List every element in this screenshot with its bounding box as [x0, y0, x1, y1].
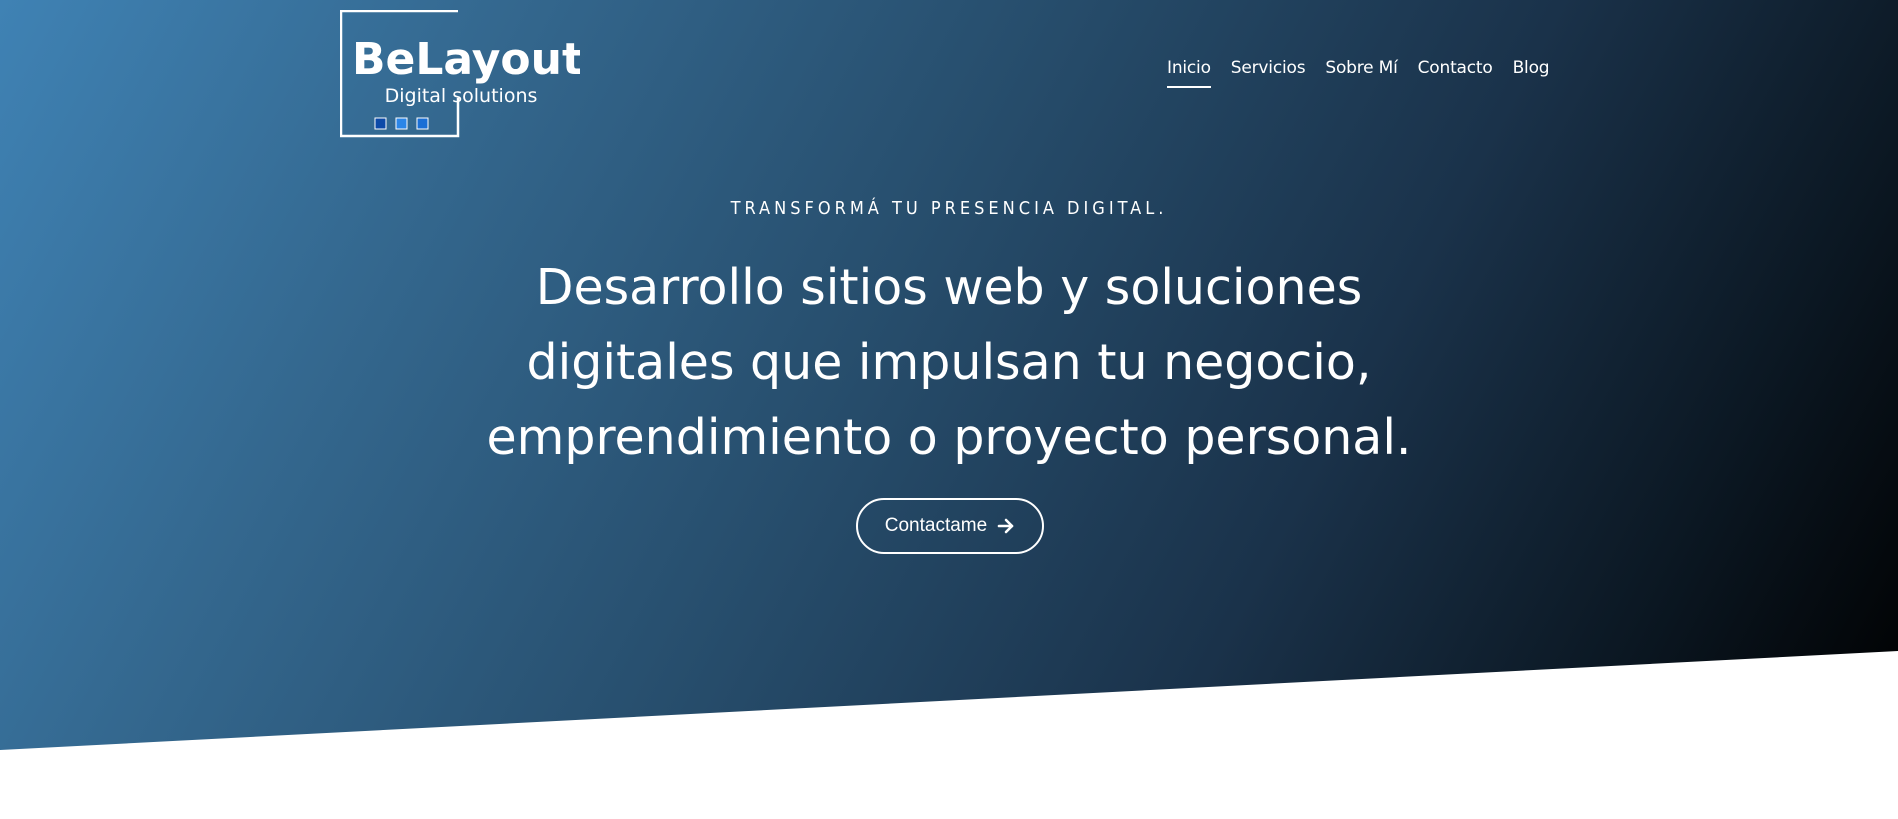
contact-button-label: Contactame — [884, 515, 988, 536]
arrow-right-icon — [997, 517, 1015, 535]
contact-button[interactable]: Contactame — [856, 498, 1044, 554]
belayout-logo[interactable]: BeLayout Digital solutions — [340, 10, 580, 138]
nav-item-servicios[interactable]: Servicios — [1231, 58, 1306, 88]
logo-wordmark: BeLayout — [352, 34, 580, 85]
nav-item-contacto[interactable]: Contacto — [1418, 58, 1493, 88]
logo-mark: BeLayout Digital solutions — [340, 10, 580, 138]
site-header: BeLayout Digital solutions Inicio Servic… — [0, 0, 1898, 140]
nav-item-sobre-mi[interactable]: Sobre Mí — [1325, 58, 1397, 88]
nav-item-inicio[interactable]: Inicio — [1167, 58, 1211, 88]
nav-item-blog[interactable]: Blog — [1513, 58, 1550, 88]
main-nav: Inicio Servicios Sobre Mí Contacto Blog — [1167, 58, 1550, 88]
logo-square-1 — [374, 117, 387, 130]
logo-square-3 — [416, 117, 429, 130]
hero-kicker: TRANSFORMÁ TU PRESENCIA DIGITAL. — [730, 198, 1168, 219]
logo-square-2 — [395, 117, 408, 130]
logo-tagline: Digital solutions — [385, 85, 538, 107]
hero-headline: Desarrollo sitios web y soluciones digit… — [486, 259, 1412, 466]
